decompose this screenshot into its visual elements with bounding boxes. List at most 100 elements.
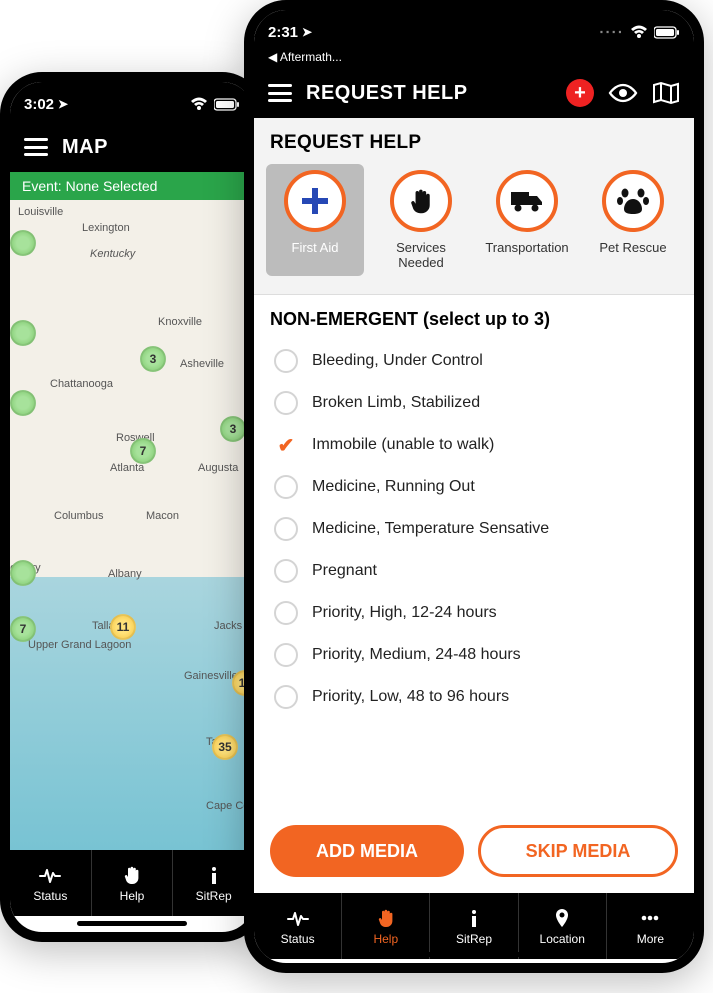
option-label: Priority, Low, 48 to 96 hours xyxy=(312,688,509,706)
map-marker[interactable] xyxy=(10,390,36,416)
status-time: 3:02 xyxy=(24,96,54,113)
eye-icon[interactable] xyxy=(608,83,638,103)
tab-help[interactable]: Help xyxy=(342,893,430,959)
map-marker[interactable]: 7 xyxy=(10,616,36,642)
home-indicator[interactable] xyxy=(404,952,544,957)
appbar-title: MAP xyxy=(62,136,108,159)
wifi-icon xyxy=(190,97,208,111)
map-label: Cape Co xyxy=(206,800,249,812)
option-item[interactable]: Broken Limb, Stabilized xyxy=(270,382,678,424)
add-button[interactable]: + xyxy=(566,79,594,107)
location-arrow-icon: ➤ xyxy=(302,25,312,39)
category-pet-rescue[interactable]: Pet Rescue xyxy=(584,164,682,276)
option-item[interactable]: Priority, High, 12-24 hours xyxy=(270,592,678,634)
tab-location[interactable]: Location xyxy=(519,893,607,959)
option-item[interactable]: Medicine, Temperature Sensative xyxy=(270,508,678,550)
category-label: First Aid xyxy=(292,240,339,255)
appbar-title: REQUEST HELP xyxy=(306,82,468,105)
map-label: Augusta xyxy=(198,462,238,474)
map-label: Upper Grand Lagoon xyxy=(28,640,78,651)
map-marker[interactable] xyxy=(10,560,36,586)
option-item[interactable]: Pregnant xyxy=(270,550,678,592)
category-first-aid[interactable]: First Aid xyxy=(266,164,364,276)
tab-label: Location xyxy=(540,932,585,946)
tab-label: SitRep xyxy=(196,889,232,903)
option-label: Bleeding, Under Control xyxy=(312,352,483,370)
tab-label: Status xyxy=(33,889,67,903)
map-marker[interactable]: 3 xyxy=(140,346,166,372)
map-marker[interactable]: 3 xyxy=(220,416,246,442)
hand-icon xyxy=(390,170,452,232)
tab-label: Status xyxy=(281,932,315,946)
option-item[interactable]: Medicine, Running Out xyxy=(270,466,678,508)
option-item[interactable]: Immobile (unable to walk) xyxy=(270,424,678,466)
phone-request-help: 2:31 ➤ ∙∙∙∙ ◀ Aftermath... REQUEST HELP … xyxy=(244,0,704,973)
map-view[interactable]: LouisvilleLexingtonKentuckyKnoxvilleAshe… xyxy=(10,200,254,850)
category-services-needed[interactable]: Services Needed xyxy=(372,164,470,276)
map-label: Macon xyxy=(146,510,179,522)
map-marker[interactable]: 11 xyxy=(110,614,136,640)
checkbox[interactable] xyxy=(274,685,298,709)
location-arrow-icon: ➤ xyxy=(58,97,68,111)
checkbox[interactable] xyxy=(274,391,298,415)
tab-more[interactable]: More xyxy=(607,893,694,959)
map-marker[interactable]: 35 xyxy=(212,734,238,760)
paw-icon xyxy=(602,170,664,232)
tab-status[interactable]: Status xyxy=(254,893,342,959)
skip-media-button[interactable]: SKIP MEDIA xyxy=(478,825,678,877)
pulse-icon xyxy=(39,864,61,886)
option-label: Broken Limb, Stabilized xyxy=(312,394,480,412)
info-icon xyxy=(463,907,485,929)
pin-icon xyxy=(551,907,573,929)
status-time: 2:31 xyxy=(268,24,298,41)
option-item[interactable]: Priority, Low, 48 to 96 hours xyxy=(270,676,678,718)
tabbar: Status Help SitRep xyxy=(10,850,254,916)
home-indicator[interactable] xyxy=(77,921,187,926)
cell-dots-icon: ∙∙∙∙ xyxy=(599,24,624,41)
nonemergent-panel: NON-EMERGENT (select up to 3) Bleeding, … xyxy=(254,294,694,809)
checkbox[interactable] xyxy=(274,475,298,499)
map-label: Asheville xyxy=(180,358,224,370)
add-media-button[interactable]: ADD MEDIA xyxy=(270,825,464,877)
tab-status[interactable]: Status xyxy=(10,850,92,916)
map-label: Louisville xyxy=(18,206,63,218)
statusbar: 3:02 ➤ xyxy=(10,82,254,122)
option-item[interactable]: Bleeding, Under Control xyxy=(270,340,678,382)
checkbox[interactable] xyxy=(274,559,298,583)
category-transportation[interactable]: Transportation xyxy=(478,164,576,276)
map-marker[interactable] xyxy=(10,320,36,346)
hand-icon xyxy=(375,907,397,929)
map-label: Albany xyxy=(108,568,142,580)
dots-icon xyxy=(639,907,661,929)
plus-icon xyxy=(284,170,346,232)
checkbox[interactable] xyxy=(274,433,298,457)
option-item[interactable]: Priority, Medium, 24-48 hours xyxy=(270,634,678,676)
checkbox[interactable] xyxy=(274,601,298,625)
menu-button[interactable] xyxy=(24,138,48,156)
map-icon[interactable] xyxy=(652,81,680,105)
category-label: Services Needed xyxy=(374,240,468,270)
menu-button[interactable] xyxy=(268,84,292,102)
event-selector[interactable]: Event: None Selected xyxy=(10,172,254,200)
option-label: Priority, Medium, 24-48 hours xyxy=(312,646,521,664)
tabbar: Status HelpSitRep Location More xyxy=(254,893,694,959)
tab-sitrep[interactable]: SitRep xyxy=(173,850,254,916)
category-row: First Aid Services Needed Transportation Pe… xyxy=(254,164,694,294)
map-label: Jacks xyxy=(214,620,242,632)
wifi-icon xyxy=(630,25,648,39)
checkbox[interactable] xyxy=(274,517,298,541)
category-label: Transportation xyxy=(485,240,568,255)
nonemergent-title: NON-EMERGENT (select up to 3) xyxy=(270,309,678,330)
tab-sitrep[interactable]: SitRep xyxy=(430,893,518,959)
checkbox[interactable] xyxy=(274,643,298,667)
checkbox[interactable] xyxy=(274,349,298,373)
map-marker[interactable]: 7 xyxy=(130,438,156,464)
info-icon xyxy=(203,864,225,886)
back-breadcrumb[interactable]: ◀ Aftermath... xyxy=(254,50,694,68)
section-title: REQUEST HELP xyxy=(254,118,694,164)
media-buttons: ADD MEDIA SKIP MEDIA xyxy=(254,809,694,893)
tab-help[interactable]: Help xyxy=(92,850,174,916)
map-label: Chattanooga xyxy=(50,378,113,390)
map-marker[interactable] xyxy=(10,230,36,256)
map-label: Knoxville xyxy=(158,316,202,328)
